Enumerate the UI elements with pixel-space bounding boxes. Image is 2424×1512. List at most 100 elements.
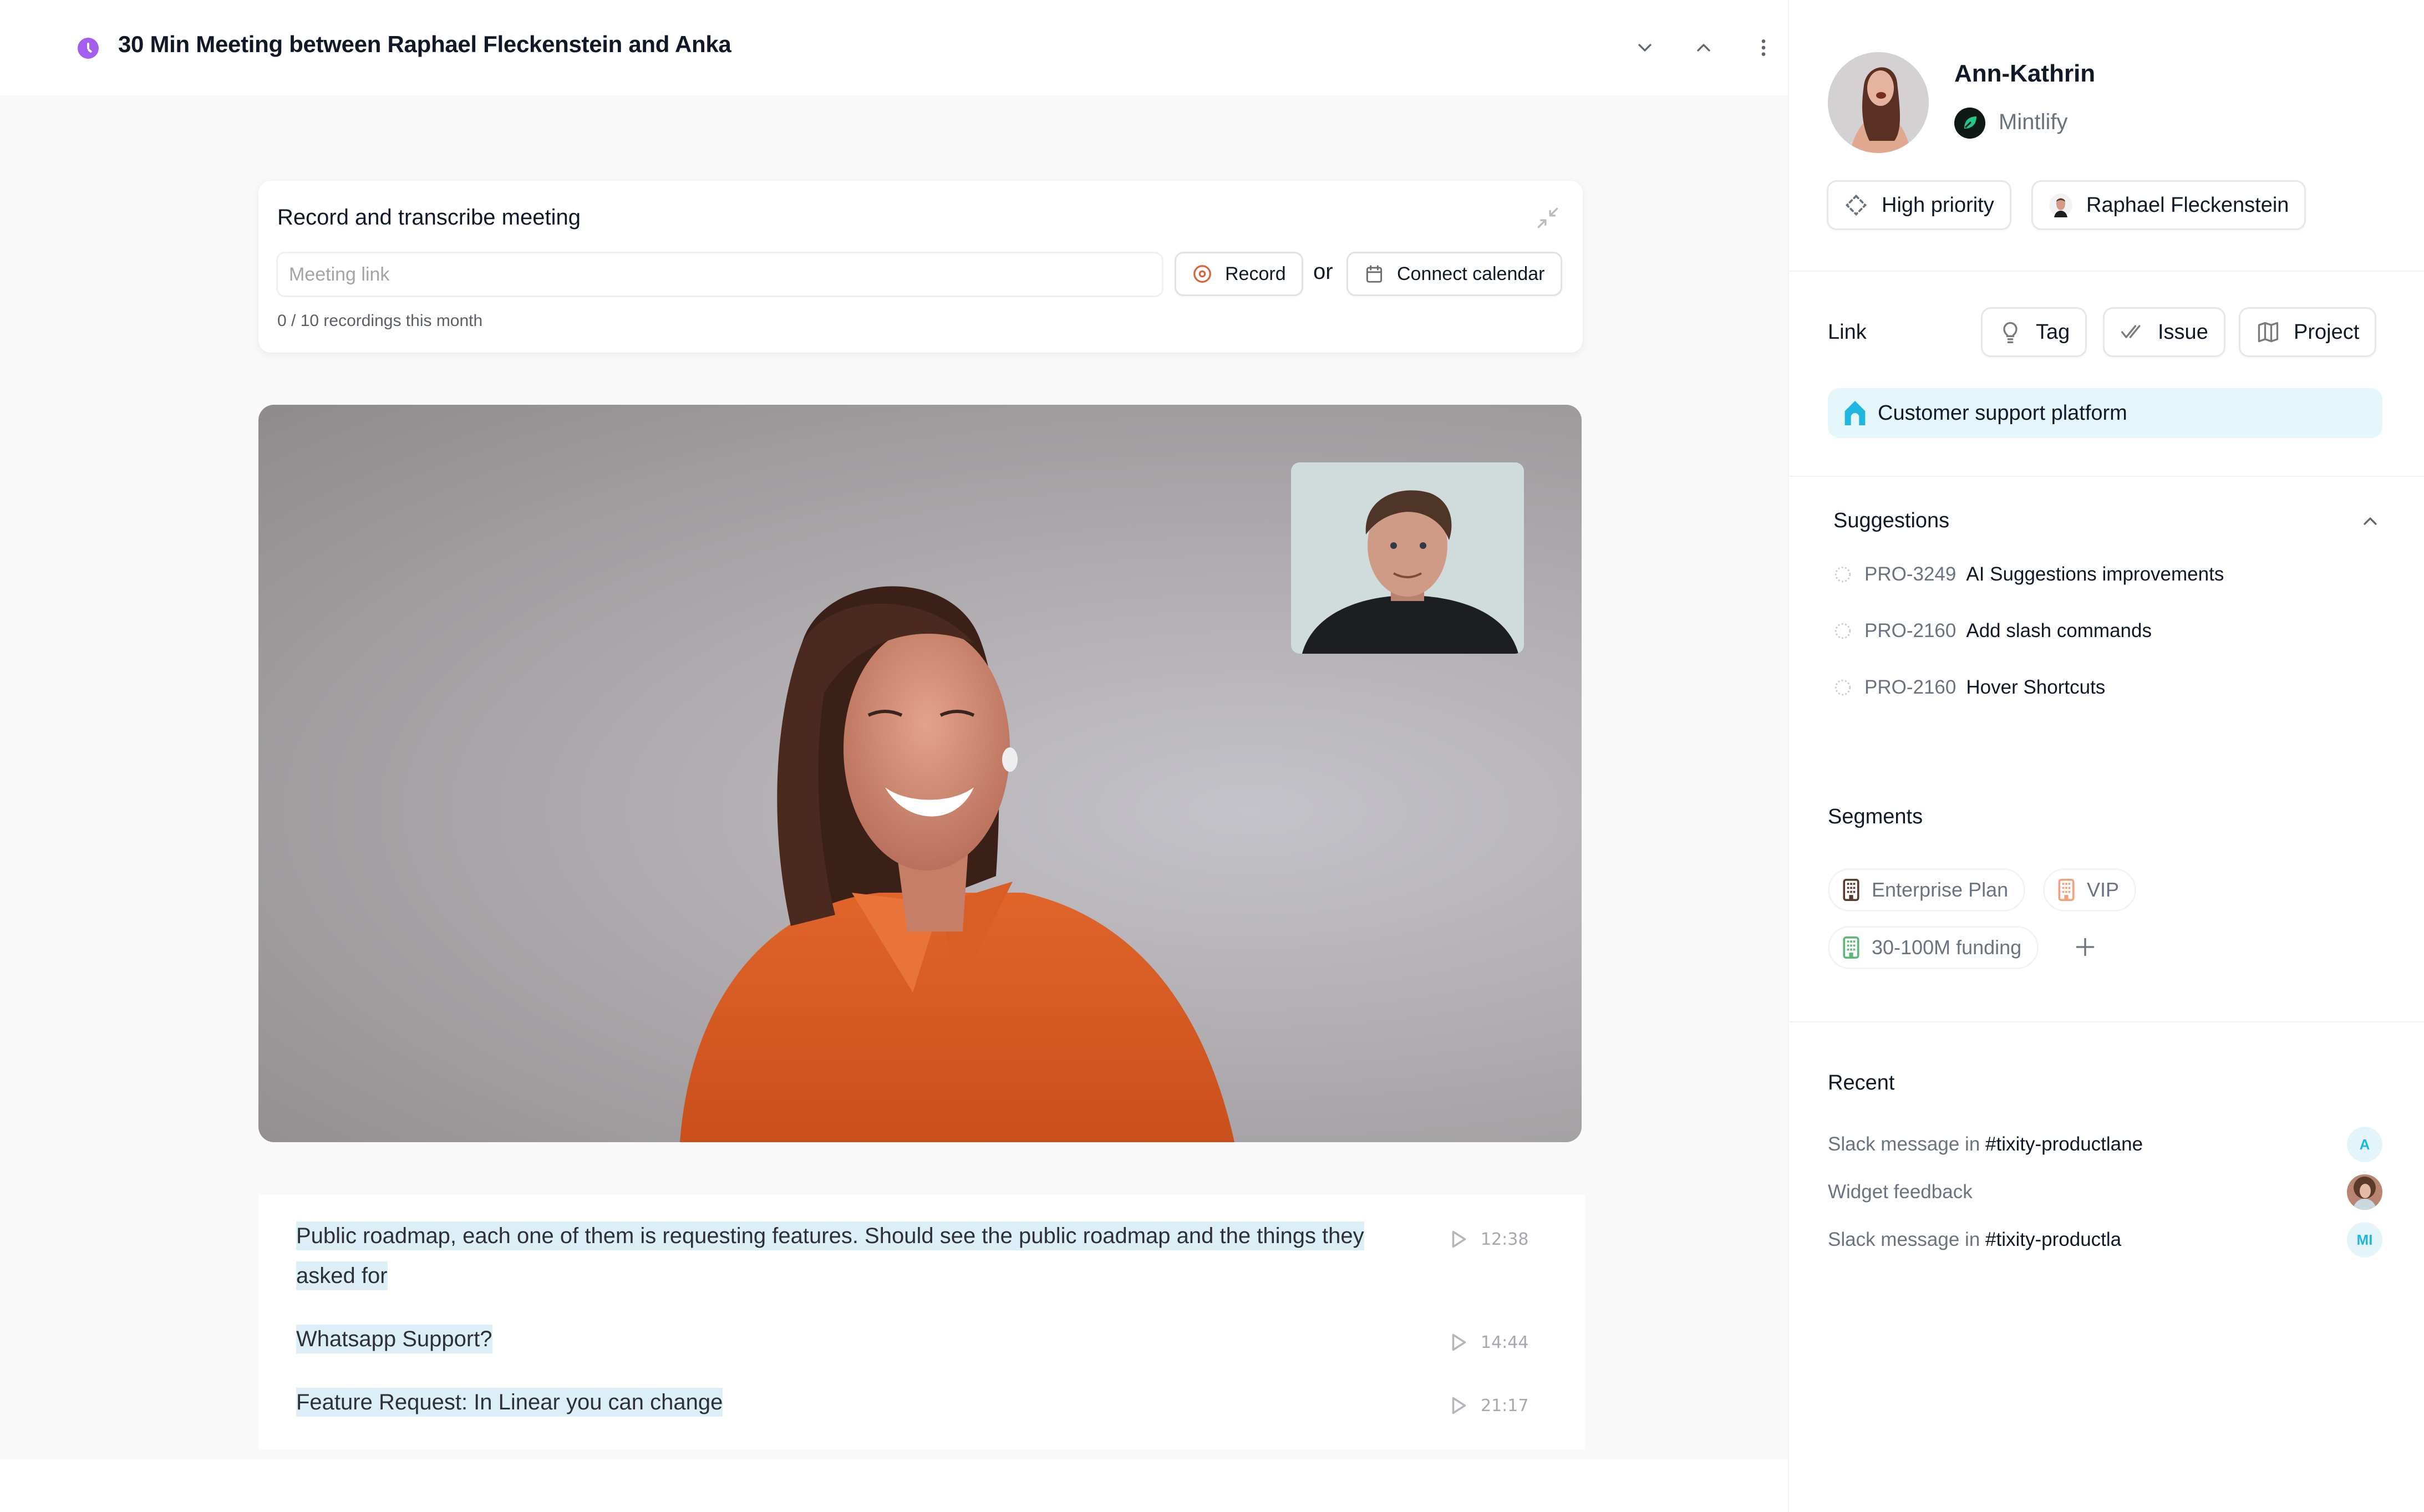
recent-title: Recent <box>1828 1071 1895 1094</box>
segment-chip[interactable]: 30-100M funding <box>1828 926 2039 969</box>
suggestion-title: Add slash commands <box>1966 620 2152 642</box>
section-divider <box>1789 271 2424 272</box>
plus-icon[interactable] <box>2073 935 2097 959</box>
section-divider <box>1789 476 2424 477</box>
meeting-video[interactable] <box>258 405 1582 1142</box>
linked-project-name: Customer support platform <box>1878 401 2127 425</box>
building-icon <box>2058 879 2075 901</box>
main-panel: 30 Min Meeting between Raphael Fleckenst… <box>0 0 1788 1459</box>
tag-label: Tag <box>2036 320 2070 344</box>
lightbulb-icon <box>2003 322 2018 343</box>
play-icon <box>1452 1230 1466 1248</box>
transcript-timestamp[interactable]: 21:17 <box>1451 1396 1528 1416</box>
backlog-status-icon <box>1834 566 1851 583</box>
author-avatar <box>2347 1174 2382 1210</box>
recording-quota: 0 / 10 recordings this month <box>277 312 483 330</box>
segment-chip[interactable]: VIP <box>2043 868 2137 912</box>
segment-label: VIP <box>2087 878 2120 901</box>
contact-avatar <box>1828 52 1929 153</box>
recent-item[interactable]: Slack message in #tixity-productlane A <box>1828 1127 2382 1162</box>
play-icon <box>1452 1333 1466 1351</box>
transcript-text: Feature Request: In Linear you can chang… <box>296 1388 723 1417</box>
contact-company: Mintlify <box>1999 110 2068 134</box>
transcript-item[interactable]: Public roadmap, each one of them is requ… <box>296 1216 1405 1296</box>
more-options-button[interactable] <box>1747 31 1780 64</box>
transcript-panel: Public roadmap, each one of them is requ… <box>258 1195 1585 1450</box>
record-icon <box>1193 265 1211 283</box>
link-issue-button[interactable]: Issue <box>2103 307 2225 357</box>
assignee-label: Raphael Fleckenstein <box>2086 193 2289 217</box>
recent-item-channel: #tixity-productlane <box>1985 1133 2143 1155</box>
card-title: Record and transcribe meeting <box>277 205 581 230</box>
recent-item-prefix: Slack message in <box>1828 1229 1986 1250</box>
meeting-link-input[interactable] <box>276 252 1163 297</box>
link-tag-button[interactable]: Tag <box>1981 307 2087 357</box>
suggestion-title: Hover Shortcuts <box>1966 676 2106 698</box>
project-icon <box>1844 401 1866 425</box>
section-divider <box>1789 1021 2424 1022</box>
pip-participant-video <box>1291 462 1524 654</box>
next-meeting-button[interactable] <box>1628 31 1661 64</box>
suggestion-item[interactable]: PRO-2160 Add slash commands <box>1833 620 2152 642</box>
meeting-header: 30 Min Meeting between Raphael Fleckenst… <box>0 0 1788 95</box>
page-title: 30 Min Meeting between Raphael Fleckenst… <box>118 31 731 57</box>
recent-item[interactable]: Widget feedback <box>1828 1174 2382 1210</box>
recent-item-prefix: Slack message in <box>1828 1133 1986 1155</box>
timestamp-label: 21:17 <box>1481 1396 1529 1416</box>
segments-title: Segments <box>1828 805 1923 828</box>
assignee-chip[interactable]: Raphael Fleckenstein <box>2031 180 2306 230</box>
backlog-status-icon <box>1834 623 1851 639</box>
segment-label: 30-100M funding <box>1872 936 2022 959</box>
transcript-item[interactable]: Whatsapp Support? <box>296 1319 1405 1359</box>
more-vertical-icon <box>1761 39 1766 56</box>
record-button[interactable]: Record <box>1175 252 1303 296</box>
recent-item-channel: #tixity-productla <box>1985 1229 2122 1250</box>
priority-label: High priority <box>1882 193 1994 217</box>
timestamp-label: 12:38 <box>1481 1229 1529 1249</box>
suggestion-id: PRO-2160 <box>1864 676 1957 698</box>
priority-chip[interactable]: High priority <box>1827 180 2011 230</box>
link-label: Link <box>1828 320 1867 344</box>
connect-calendar-label: Connect calendar <box>1397 263 1545 284</box>
linked-project[interactable]: Customer support platform <box>1828 388 2382 438</box>
building-icon <box>1843 936 1859 959</box>
previous-meeting-button[interactable] <box>1687 31 1720 64</box>
chevron-up-icon <box>1697 44 1710 52</box>
priority-icon <box>1845 194 1867 216</box>
contact-name: Ann-Kathrin <box>1954 60 2096 87</box>
or-label: or <box>1313 259 1333 284</box>
suggestion-item[interactable]: PRO-2160 Hover Shortcuts <box>1833 676 2105 699</box>
map-icon <box>2258 322 2279 343</box>
minimize-icon[interactable] <box>1534 204 1562 232</box>
clock-icon <box>78 38 99 59</box>
double-check-icon <box>2121 325 2141 338</box>
recent-item[interactable]: Slack message in #tixity-productla MI <box>1828 1222 2382 1258</box>
assignee-avatar <box>2049 194 2072 217</box>
transcript-text: Whatsapp Support? <box>296 1325 492 1353</box>
chevron-down-icon <box>1638 44 1651 52</box>
project-label: Project <box>2294 320 2360 344</box>
suggestion-title: AI Suggestions improvements <box>1966 563 2224 585</box>
segment-label: Enterprise Plan <box>1872 878 2009 901</box>
play-icon <box>1452 1397 1466 1414</box>
record-transcribe-card: Record and transcribe meeting Record or … <box>258 181 1583 353</box>
transcript-item[interactable]: Feature Request: In Linear you can chang… <box>296 1382 1405 1422</box>
building-icon <box>1843 879 1859 901</box>
calendar-icon <box>1366 265 1383 283</box>
record-label: Record <box>1225 263 1286 284</box>
suggestion-item[interactable]: PRO-3249 AI Suggestions improvements <box>1833 563 2224 586</box>
segment-chip[interactable]: Enterprise Plan <box>1828 868 2026 912</box>
chevron-up-icon[interactable] <box>2359 510 2381 532</box>
suggestions-title: Suggestions <box>1833 509 1950 532</box>
transcript-timestamp[interactable]: 12:38 <box>1451 1229 1528 1249</box>
timestamp-label: 14:44 <box>1481 1332 1529 1352</box>
backlog-status-icon <box>1834 679 1851 696</box>
author-initials-badge: A <box>2347 1127 2382 1162</box>
transcript-text: Public roadmap, each one of them is requ… <box>296 1221 1364 1290</box>
link-project-button[interactable]: Project <box>2239 307 2377 357</box>
transcript-timestamp[interactable]: 14:44 <box>1451 1332 1528 1352</box>
details-sidebar: Ann-Kathrin Mintlify High priority Rapha… <box>1788 0 2424 1512</box>
issue-label: Issue <box>2158 320 2208 344</box>
connect-calendar-button[interactable]: Connect calendar <box>1346 252 1562 296</box>
suggestion-id: PRO-3249 <box>1864 563 1957 585</box>
